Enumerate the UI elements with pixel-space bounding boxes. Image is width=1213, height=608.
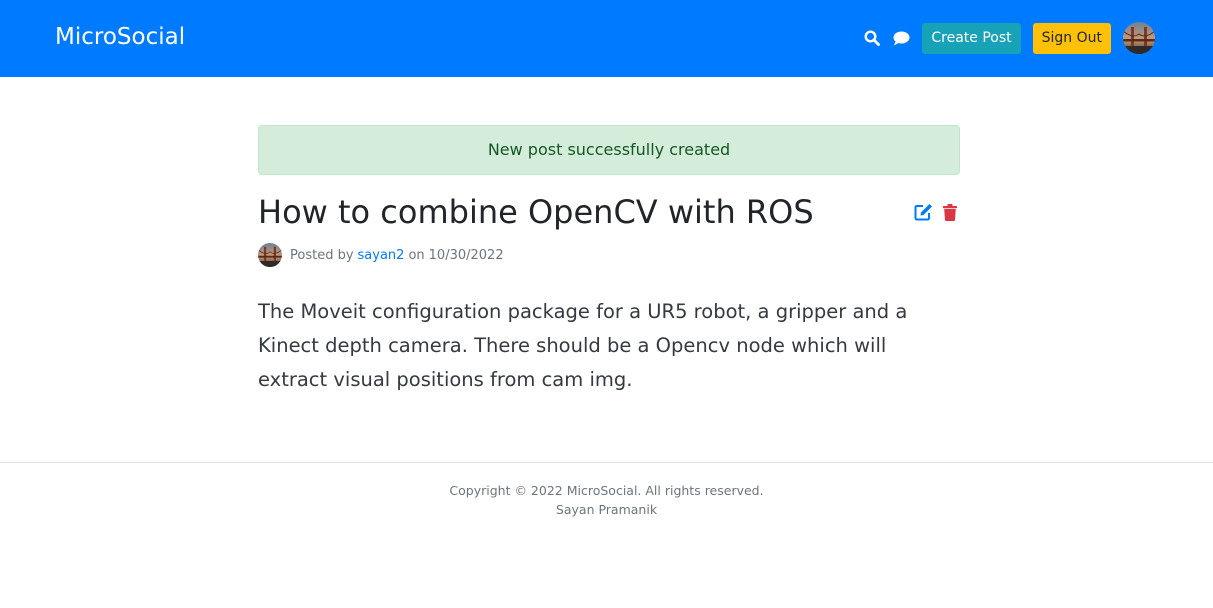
footer-author: Sayan Pramanik <box>555 502 658 517</box>
post-title: How to combine OpenCV with ROS <box>258 193 814 231</box>
navbar: MicroSocial Create Post Sign Out <box>0 0 1213 77</box>
chat-bubble-icon[interactable] <box>891 28 911 48</box>
nav-actions: Create Post Sign Out <box>862 21 1155 55</box>
footer: Copyright © 2022 MicroSocial. All rights… <box>0 462 1213 519</box>
post-header: How to combine OpenCV with ROS <box>258 191 960 233</box>
search-icon[interactable] <box>862 28 882 48</box>
post-meta: Posted by sayan2 on 10/30/2022 <box>258 243 960 267</box>
edit-icon[interactable] <box>913 202 933 222</box>
success-alert: New post successfully created <box>258 125 960 175</box>
post-container: New post successfully created How to com… <box>258 125 960 417</box>
brand-link[interactable]: MicroSocial <box>55 22 185 52</box>
post-actions <box>913 202 960 222</box>
trash-icon[interactable] <box>940 202 960 222</box>
on-label: on <box>408 247 425 263</box>
post-body: The Moveit configuration package for a U… <box>258 300 908 391</box>
avatar[interactable] <box>1123 22 1155 54</box>
author-avatar <box>258 243 282 267</box>
footer-copyright: Copyright © 2022 MicroSocial. All rights… <box>449 483 764 498</box>
create-post-button[interactable]: Create Post <box>922 22 1021 54</box>
sign-out-button[interactable]: Sign Out <box>1032 22 1111 54</box>
posted-by-label: Posted by <box>290 247 354 263</box>
author-link[interactable]: sayan2 <box>358 248 405 263</box>
post-date: 10/30/2022 <box>428 247 504 263</box>
